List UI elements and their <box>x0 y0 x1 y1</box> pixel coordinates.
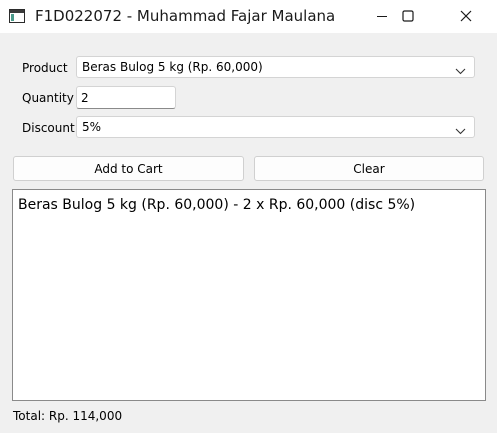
quantity-input-value: 2 <box>81 91 89 105</box>
cart-line: Beras Bulog 5 kg (Rp. 60,000) - 2 x Rp. … <box>18 197 416 213</box>
title-bar[interactable]: F1D022072 - Muhammad Fajar Maulana <box>0 0 497 33</box>
total-label: Total: Rp. 114,000 <box>13 409 123 423</box>
discount-label: Discount <box>22 121 75 135</box>
cart-text-area[interactable]: Beras Bulog 5 kg (Rp. 60,000) - 2 x Rp. … <box>12 189 486 401</box>
window-title: F1D022072 - Muhammad Fajar Maulana <box>35 7 336 25</box>
product-label: Product <box>22 61 68 75</box>
product-select-value: Beras Bulog 5 kg (Rp. 60,000) <box>82 60 263 74</box>
maximize-button[interactable] <box>385 0 431 32</box>
maximize-icon <box>402 10 414 22</box>
chevron-down-icon[interactable] <box>455 124 466 138</box>
chevron-down-icon[interactable] <box>455 64 466 78</box>
close-button[interactable] <box>443 0 489 32</box>
discount-select-value: 5% <box>82 120 102 134</box>
add-to-cart-button[interactable]: Add to Cart <box>13 156 244 181</box>
discount-select[interactable]: 5% <box>76 116 475 138</box>
quantity-input[interactable]: 2 <box>76 86 176 109</box>
main-window: F1D022072 - Muhammad Fajar Maulana Produ… <box>0 0 497 433</box>
close-icon <box>460 10 472 22</box>
quantity-label: Quantity <box>22 91 74 105</box>
app-window-icon <box>9 9 25 23</box>
clear-button[interactable]: Clear <box>254 156 484 181</box>
product-select[interactable]: Beras Bulog 5 kg (Rp. 60,000) <box>76 56 475 78</box>
